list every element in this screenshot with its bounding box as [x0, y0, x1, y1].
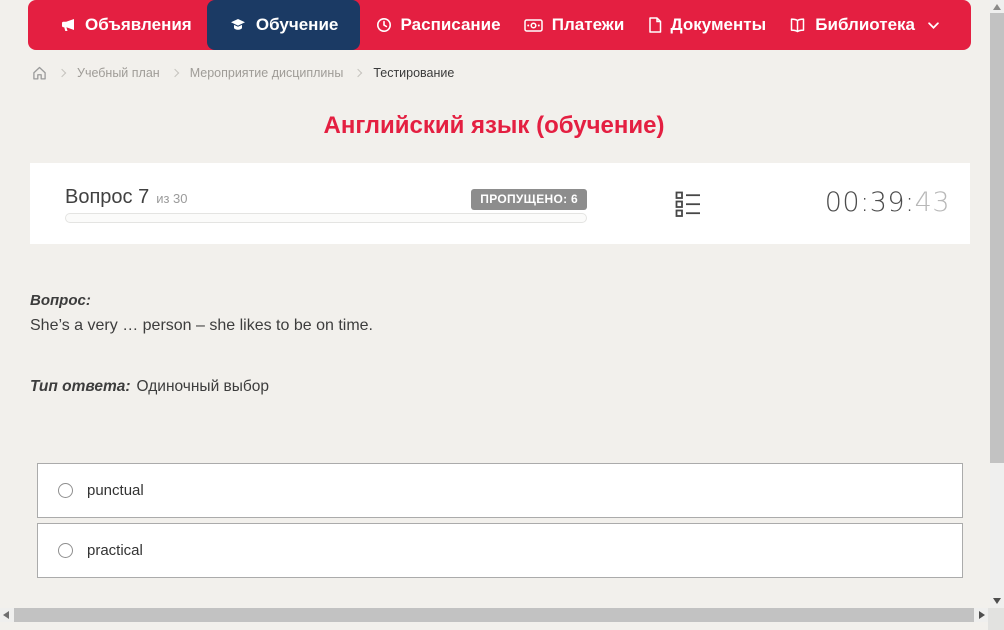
timer-seconds: 43 — [914, 187, 950, 218]
chevron-down-icon — [928, 21, 939, 29]
main-navbar: Объявления Обучение Расписание Платежи Д… — [28, 0, 971, 50]
question-of-total: из 30 — [156, 191, 188, 206]
option-label: practical — [87, 542, 143, 559]
book-icon — [789, 17, 806, 33]
vertical-scrollbar-thumb[interactable] — [990, 13, 1004, 463]
answer-options: punctual practical — [37, 463, 963, 578]
question-label: Вопрос: — [30, 292, 91, 309]
question-panel: Вопрос 7 из 30 ПРОПУЩЕНО: 6 00:39:43 — [30, 163, 970, 244]
graduation-cap-icon — [229, 17, 247, 33]
nav-item-label: Библиотека — [815, 15, 915, 34]
cash-icon — [524, 18, 543, 33]
skipped-badge: ПРОПУЩЕНО: 6 — [471, 189, 587, 210]
option-label: punctual — [87, 482, 144, 499]
test-timer: 00:39:43 — [825, 187, 950, 218]
scroll-down-arrow-icon[interactable] — [993, 598, 1001, 604]
scroll-left-arrow-icon[interactable] — [3, 611, 9, 619]
nav-item-schedule[interactable]: Расписание — [368, 0, 509, 50]
breadcrumb-item-curriculum[interactable]: Учебный план — [77, 66, 160, 80]
breadcrumb-item-discipline-event[interactable]: Мероприятие дисциплины — [190, 66, 344, 80]
answer-type-value: Одиночный выбор — [136, 378, 270, 395]
answer-option-practical[interactable]: practical — [37, 523, 963, 578]
page-title: Английский язык (обучение) — [323, 112, 665, 139]
radio-button-icon[interactable] — [58, 483, 73, 498]
nav-item-documents[interactable]: Документы — [640, 0, 775, 50]
home-icon[interactable] — [32, 66, 47, 80]
question-progress-bar — [65, 213, 587, 223]
nav-item-label: Расписание — [400, 15, 501, 34]
breadcrumb-item-testing: Тестирование — [373, 66, 455, 80]
breadcrumb-separator-icon — [354, 68, 363, 78]
answer-type-row: Тип ответа: Одиночный выбор — [30, 378, 269, 396]
nav-item-label: Документы — [670, 15, 767, 34]
clock-icon — [376, 17, 392, 33]
breadcrumb: Учебный план Мероприятие дисциплины Тест… — [32, 61, 454, 85]
question-text: She’s a very … person – she likes to be … — [30, 317, 373, 334]
answer-option-punctual[interactable]: punctual — [37, 463, 963, 518]
scroll-right-arrow-icon[interactable] — [979, 611, 985, 619]
nav-item-label: Платежи — [551, 15, 625, 34]
nav-item-label: Обучение — [255, 15, 339, 34]
nav-item-payments[interactable]: Платежи — [516, 0, 633, 50]
horizontal-scrollbar-thumb[interactable] — [14, 608, 974, 622]
timer-hours-minutes: 00:39: — [824, 187, 915, 218]
answer-type-label: Тип ответа: — [30, 378, 131, 395]
document-icon — [648, 17, 662, 33]
nav-item-library[interactable]: Библиотека — [781, 0, 947, 50]
breadcrumb-separator-icon — [170, 68, 179, 78]
nav-item-learning[interactable]: Обучение — [206, 0, 361, 50]
nav-item-label: Объявления — [85, 15, 192, 34]
nav-item-announcements[interactable]: Объявления — [52, 0, 200, 50]
question-list-icon[interactable] — [675, 191, 701, 223]
megaphone-icon — [60, 17, 76, 33]
question-number: Вопрос 7 из 30 — [65, 186, 188, 209]
scroll-up-arrow-icon[interactable] — [993, 4, 1001, 10]
radio-button-icon[interactable] — [58, 543, 73, 558]
scrollbar-corner — [988, 608, 1004, 630]
question-number-label: Вопрос 7 — [65, 186, 150, 208]
breadcrumb-separator-icon — [57, 68, 67, 78]
